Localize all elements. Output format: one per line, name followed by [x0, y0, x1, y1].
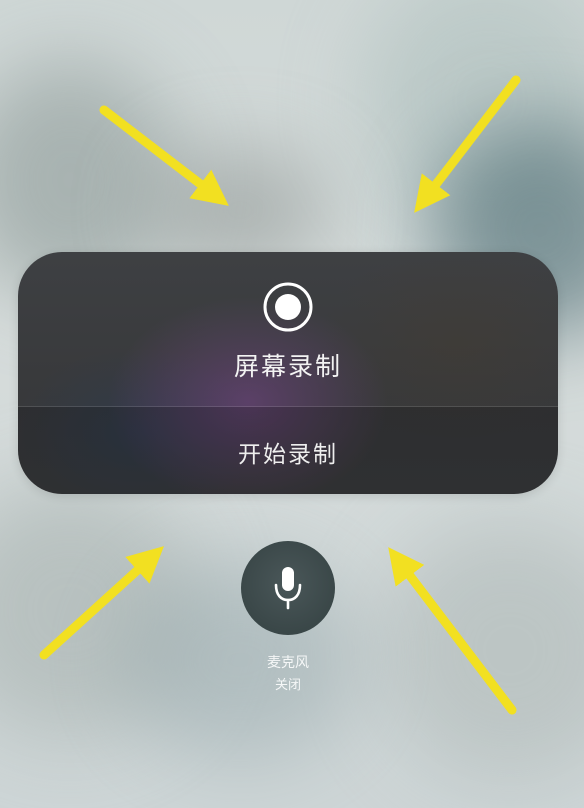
- screen-recording-panel: 屏幕录制 开始录制: [18, 252, 558, 494]
- start-recording-button[interactable]: 开始录制: [18, 407, 558, 494]
- record-icon: [263, 282, 313, 332]
- screen-recording-title: 屏幕录制: [233, 352, 342, 381]
- microphone-toggle-button[interactable]: [241, 541, 335, 635]
- arrow-top-right: [414, 75, 521, 213]
- arrow-bottom-right: [388, 547, 517, 715]
- microphone-status: 关闭: [274, 678, 301, 693]
- start-recording-label: 开始录制: [238, 442, 338, 468]
- microphone-label: 麦克风: [267, 655, 309, 671]
- microphone-icon: [274, 567, 302, 610]
- arrow-top-left: [99, 105, 229, 206]
- screen-recording-header: 屏幕录制: [18, 252, 558, 406]
- arrow-bottom-left: [39, 546, 164, 660]
